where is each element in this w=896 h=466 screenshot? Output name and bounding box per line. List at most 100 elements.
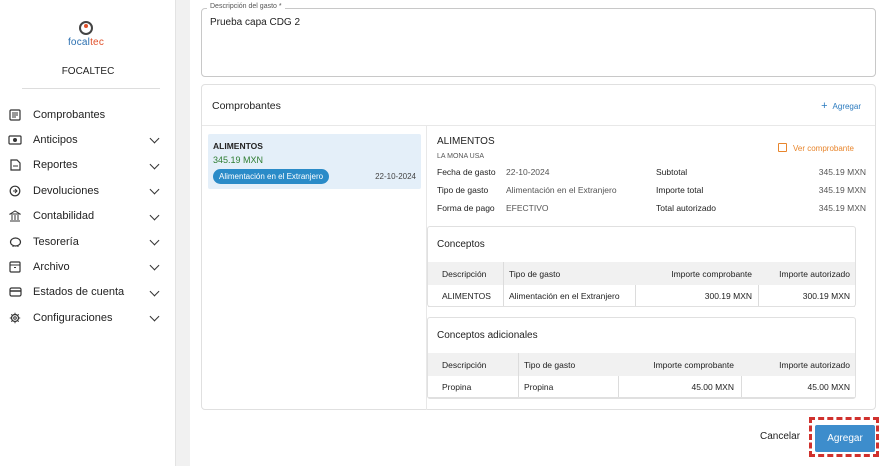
gear-icon [8, 312, 22, 324]
sidebar-item-label: Reportes [33, 159, 78, 172]
sidebar-nav: Comprobantes Anticipos Reportes Devoluci… [0, 102, 176, 331]
table-header: Importe autorizado [779, 359, 850, 370]
column-divider [518, 353, 519, 376]
column-divider [503, 285, 504, 306]
add-comprobante-label: Agregar [832, 102, 861, 111]
sidebar-item-label: Comprobantes [33, 108, 106, 121]
column-divider [741, 376, 742, 397]
chevron-down-icon [149, 235, 160, 246]
description-value[interactable]: Prueba capa CDG 2 [210, 17, 300, 28]
sidebar: focaltec FOCALTEC Comprobantes Anticipos… [0, 0, 176, 466]
detail-title: ALIMENTOS [437, 136, 495, 147]
table-cell: Alimentación en el Extranjero [509, 290, 620, 301]
table-header: Descripción [442, 268, 487, 279]
table-cell: ALIMENTOS [442, 290, 491, 301]
cash-icon [8, 134, 22, 146]
importe-total-value: 345.19 MXN [818, 185, 866, 195]
conceptos-adicionales-table: Descripción Tipo de gasto Importe compro… [428, 353, 855, 398]
table-header: Importe comprobante [671, 268, 752, 279]
table-header: Tipo de gasto [509, 268, 561, 279]
chevron-down-icon [149, 133, 160, 144]
list-item-date: 22-10-2024 [375, 172, 416, 181]
logo-mark-icon [79, 21, 93, 35]
sidebar-item-label: Devoluciones [33, 184, 100, 197]
comprobante-list-item[interactable]: ALIMENTOS 345.19 MXN Alimentación en el … [208, 134, 421, 189]
conceptos-table: Descripción Tipo de gasto Importe compro… [428, 262, 855, 307]
sidebar-item-label: Contabilidad [33, 210, 95, 223]
sidebar-item-tesoreria[interactable]: Tesorería [0, 229, 176, 254]
table-header-row: Descripción Tipo de gasto Importe compro… [428, 353, 855, 376]
sidebar-item-reportes[interactable]: Reportes [0, 153, 176, 178]
logo-text-part2: tec [90, 37, 105, 48]
tipo-label: Tipo de gasto [437, 185, 489, 195]
logo-text-part1: focal [67, 37, 91, 48]
list-item-amount: 345.19 MXN [213, 155, 264, 165]
expense-type-badge: Alimentación en el Extranjero [213, 169, 330, 184]
sidebar-item-label: Archivo [33, 261, 70, 274]
external-link-icon [778, 143, 787, 152]
cancel-button[interactable]: Cancelar [760, 431, 800, 442]
sidebar-item-label: Anticipos [33, 134, 78, 147]
sidebar-item-configuraciones[interactable]: Configuraciones [0, 305, 176, 330]
column-divider [503, 262, 504, 285]
sidebar-item-estados-de-cuenta[interactable]: Estados de cuenta [0, 280, 176, 305]
conceptos-adicionales-card: Conceptos adicionales Descripción Tipo d… [427, 317, 856, 399]
logo-text: focaltec [66, 37, 106, 48]
sidebar-item-contabilidad[interactable]: Contabilidad [0, 204, 176, 229]
comprobantes-title: Comprobantes [212, 100, 281, 112]
total-autorizado-label: Total autorizado [656, 203, 717, 213]
sidebar-item-devoluciones[interactable]: Devoluciones [0, 178, 176, 203]
conceptos-card: Conceptos Descripción Tipo de gasto Impo… [427, 226, 856, 307]
piggy-bank-icon [8, 236, 22, 248]
total-autorizado-value: 345.19 MXN [818, 203, 866, 213]
credit-card-icon [8, 286, 22, 298]
table-row: ALIMENTOS Alimentación en el Extranjero … [428, 285, 855, 307]
sidebar-divider [22, 88, 160, 89]
ver-comprobante-link[interactable]: Ver comprobante [778, 143, 854, 153]
add-comprobante-link[interactable]: + Agregar [821, 100, 861, 112]
chevron-down-icon [149, 159, 160, 170]
subtotal-label: Subtotal [656, 167, 688, 177]
agregar-button[interactable]: Agregar [815, 425, 875, 452]
table-cell: Propina [442, 381, 472, 392]
fecha-value: 22-10-2024 [506, 167, 550, 177]
chevron-down-icon [149, 210, 160, 221]
forma-label: Forma de pago [437, 203, 495, 213]
table-header: Importe autorizado [779, 268, 850, 279]
bank-icon [8, 210, 22, 222]
table-cell: Propina [524, 381, 554, 392]
table-cell: 45.00 MXN [691, 381, 734, 392]
table-header: Importe comprobante [653, 359, 734, 370]
sidebar-item-label: Configuraciones [33, 311, 113, 324]
conceptos-title: Conceptos [437, 239, 485, 250]
sidebar-item-label: Tesorería [33, 235, 79, 248]
fecha-label: Fecha de gasto [437, 167, 496, 177]
archive-icon [8, 261, 22, 273]
focaltec-logo[interactable]: focaltec [66, 21, 106, 48]
description-field[interactable]: Descripción del gasto * Prueba capa CDG … [201, 3, 876, 77]
refresh-icon [8, 185, 22, 197]
importe-total-label: Importe total [656, 185, 704, 195]
sidebar-item-anticipos[interactable]: Anticipos [0, 127, 176, 152]
table-cell: 300.19 MXN [802, 290, 850, 301]
table-header-row: Descripción Tipo de gasto Importe compro… [428, 262, 855, 285]
sidebar-item-comprobantes[interactable]: Comprobantes [0, 102, 176, 127]
plus-icon: + [821, 100, 828, 112]
chevron-down-icon [149, 184, 160, 195]
company-name: FOCALTEC [61, 66, 115, 77]
comprobantes-list: ALIMENTOS 345.19 MXN Alimentación en el … [202, 126, 427, 410]
list-item-title: ALIMENTOS [213, 141, 263, 151]
forma-value: EFECTIVO [506, 203, 549, 213]
chevron-down-icon [149, 260, 160, 271]
chevron-down-icon [149, 286, 160, 297]
document-list-icon [8, 109, 22, 121]
sidebar-item-label: Estados de cuenta [33, 286, 125, 299]
table-header: Descripción [442, 359, 487, 370]
file-report-icon [8, 159, 22, 172]
sidebar-item-archivo[interactable]: Archivo [0, 254, 176, 279]
detail-vendor: LA MONA USA [437, 153, 485, 160]
description-label: Descripción del gasto * [207, 3, 285, 10]
subtotal-value: 345.19 MXN [818, 167, 866, 177]
table-header: Tipo de gasto [524, 359, 576, 370]
main-panel: Descripción del gasto * Prueba capa CDG … [190, 0, 896, 466]
